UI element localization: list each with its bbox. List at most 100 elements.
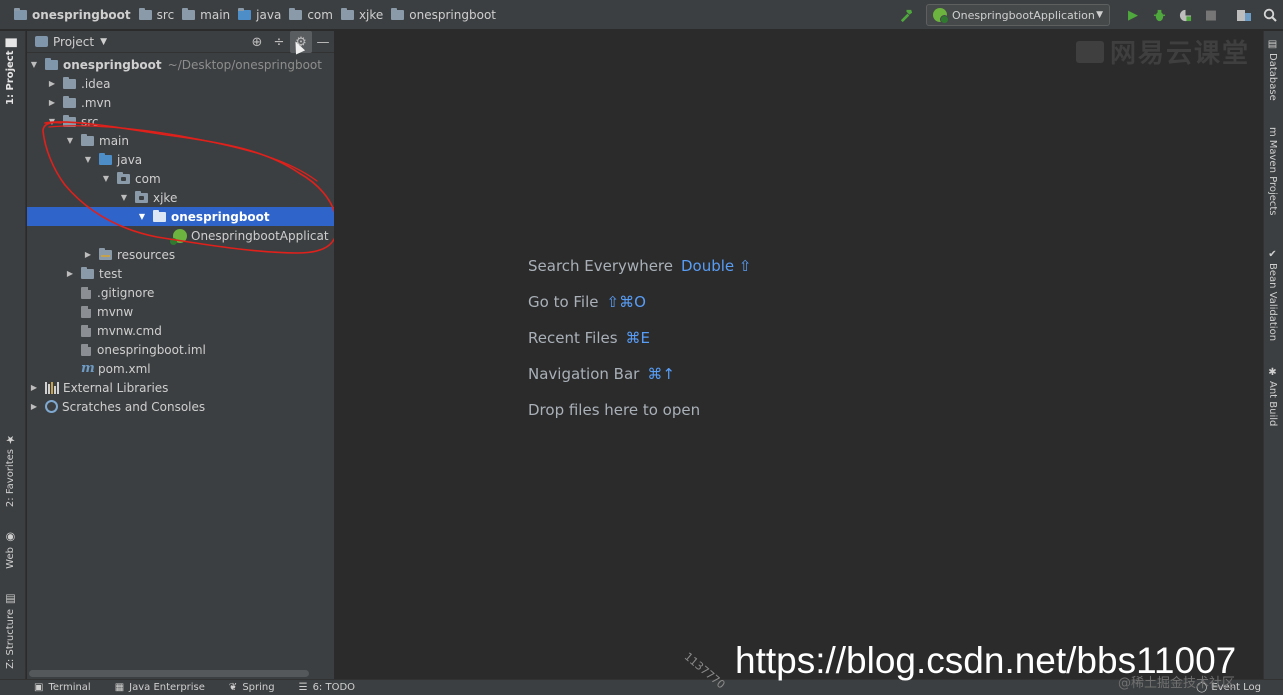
tool-tab-structure[interactable]: Z: Structure ▤: [4, 593, 17, 669]
hint-shortcut: Double ⇧: [681, 257, 752, 275]
collapsed-arrow-icon[interactable]: ▶: [29, 402, 39, 411]
tree-node-pom[interactable]: m pom.xml: [27, 359, 334, 378]
breadcrumb-item-project[interactable]: onespringboot: [14, 7, 131, 22]
tool-tab-favorites[interactable]: 2: Favorites ★: [4, 433, 17, 507]
tool-tab-ant-build[interactable]: ✱ Ant Build: [1267, 367, 1278, 426]
spring-boot-icon: [933, 8, 949, 24]
resources-folder-icon: [99, 247, 112, 260]
spring-leaf-icon: ❦: [228, 682, 238, 693]
package-icon: [135, 190, 148, 203]
tree-node-xjke[interactable]: ▼ xjke: [27, 188, 334, 207]
project-structure-icon[interactable]: [1236, 7, 1252, 23]
chevron-down-icon[interactable]: ▼: [100, 37, 107, 47]
build-hammer-icon[interactable]: [898, 7, 914, 23]
tree-node-java[interactable]: ▼ java: [27, 150, 334, 169]
tree-node-onespringboot-package[interactable]: ▼ onespringboot: [27, 207, 334, 226]
collapsed-arrow-icon[interactable]: ▶: [83, 250, 93, 259]
expand-arrow-icon[interactable]: ▼: [65, 136, 75, 145]
tree-node-label: test: [99, 266, 123, 281]
debug-icon[interactable]: [1151, 7, 1167, 23]
hint-label: Recent Files: [528, 329, 618, 347]
project-folder-icon: [14, 7, 27, 20]
project-folder-icon: [45, 57, 58, 70]
stop-icon[interactable]: ■: [1203, 7, 1219, 23]
expand-arrow-icon[interactable]: ▼: [119, 193, 129, 202]
tool-tab-label: Maven Projects: [1267, 139, 1278, 216]
tree-node-mvn[interactable]: ▶ .mvn: [27, 93, 334, 112]
hint-label: Search Everywhere: [528, 257, 673, 275]
tool-tab-label: Z: Structure: [5, 609, 16, 669]
tree-node-com[interactable]: ▼ com: [27, 169, 334, 188]
tree-node-root[interactable]: ▼ onespringboot ~/Desktop/onespringboot: [27, 55, 334, 74]
tree-node-mvnw-cmd[interactable]: mvnw.cmd: [27, 321, 334, 340]
tree-node-label: main: [99, 133, 129, 148]
expand-arrow-icon[interactable]: ▼: [137, 212, 147, 221]
left-tool-strip: 1: Project ▇ 2: Favorites ★ Web ◉ Z: Str…: [0, 31, 26, 679]
source-folder-icon: [99, 152, 112, 165]
tree-node-gitignore[interactable]: .gitignore: [27, 283, 334, 302]
tool-tab-database[interactable]: ▤ Database: [1267, 39, 1278, 101]
breadcrumb-item-main[interactable]: main: [182, 7, 231, 22]
hide-panel-icon[interactable]: —: [312, 31, 334, 53]
run-configuration-label: OnespringbootApplication: [952, 8, 1095, 22]
tree-node-main[interactable]: ▼ main: [27, 131, 334, 150]
tree-node-external-libraries[interactable]: ▶ External Libraries: [27, 378, 334, 397]
tool-tab-java-enterprise[interactable]: ▦ Java Enterprise: [115, 682, 205, 693]
tree-node-path: ~/Desktop/onespringboot: [167, 57, 322, 72]
breadcrumb-item-xjke[interactable]: xjke: [340, 7, 384, 22]
scroll-from-source-icon[interactable]: ⊕: [246, 31, 268, 53]
tree-node-label: com: [135, 171, 161, 186]
tool-tab-web[interactable]: Web ◉: [4, 531, 17, 569]
expand-arrow-icon[interactable]: ▼: [47, 117, 57, 126]
tool-tab-label: Java Enterprise: [129, 682, 205, 693]
expand-arrow-icon[interactable]: ▼: [101, 174, 111, 183]
project-tool-window: Project ▼ ⊕ ÷ ⚙ — ▼ onespringboot ~/Desk…: [27, 31, 335, 679]
tree-node-label: External Libraries: [63, 380, 169, 395]
tree-node-label: xjke: [153, 190, 178, 205]
hint-shortcut: ⌘↑: [647, 365, 675, 383]
breadcrumb-item-java[interactable]: java: [238, 7, 281, 22]
breadcrumb-item-src[interactable]: src: [138, 7, 174, 22]
tool-tab-project[interactable]: 1: Project ▇: [4, 39, 17, 105]
expand-arrow-icon[interactable]: ▼: [83, 155, 93, 164]
package-icon: [340, 7, 354, 20]
horizontal-scrollbar[interactable]: [29, 670, 309, 677]
tool-tab-maven[interactable]: m Maven Projects: [1267, 127, 1278, 216]
tree-node-label: onespringboot.iml: [97, 342, 206, 357]
tool-tab-todo[interactable]: ☰ 6: TODO: [299, 682, 355, 693]
coverage-icon[interactable]: [1177, 7, 1193, 23]
source-folder-icon: [238, 7, 252, 20]
collapsed-arrow-icon[interactable]: ▶: [47, 98, 57, 107]
run-icon[interactable]: ▶: [1125, 7, 1141, 23]
hint-search-everywhere: Search Everywhere Double ⇧: [528, 257, 752, 275]
tool-tab-spring[interactable]: ❦ Spring: [229, 682, 275, 693]
breadcrumb-label: onespringboot: [32, 7, 131, 22]
breadcrumb-label: xjke: [358, 7, 384, 22]
search-icon[interactable]: [1262, 7, 1278, 23]
tree-node-application-class[interactable]: OnespringbootApplicat: [27, 226, 334, 245]
tree-node-resources[interactable]: ▶ resources: [27, 245, 334, 264]
editor-empty-area: 网易云课堂 Search Everywhere Double ⇧ Go to Fi…: [336, 31, 1262, 679]
breadcrumb-label: onespringboot: [409, 7, 496, 22]
collapsed-arrow-icon[interactable]: ▶: [47, 79, 57, 88]
collapsed-arrow-icon[interactable]: ▶: [29, 383, 39, 392]
tool-tab-label: Terminal: [48, 682, 91, 693]
breadcrumb-item-com[interactable]: com: [289, 7, 333, 22]
breadcrumb-label: main: [200, 7, 231, 22]
collapse-all-icon[interactable]: ÷: [268, 31, 290, 53]
breadcrumb-item-onespringboot[interactable]: onespringboot: [391, 7, 496, 22]
tree-node-src[interactable]: ▼ src: [27, 112, 334, 131]
tool-tab-bean-validation[interactable]: ✔ Bean Validation: [1267, 249, 1278, 341]
tree-node-mvnw[interactable]: mvnw: [27, 302, 334, 321]
tree-node-test[interactable]: ▶ test: [27, 264, 334, 283]
tree-node-iml[interactable]: onespringboot.iml: [27, 340, 334, 359]
run-configuration-dropdown[interactable]: OnespringbootApplication ▼: [926, 4, 1110, 26]
hint-label: Navigation Bar: [528, 365, 640, 383]
hammer-svg: [900, 9, 912, 22]
expand-arrow-icon[interactable]: ▼: [29, 60, 39, 69]
tool-tab-terminal[interactable]: ▣ Terminal: [34, 682, 91, 693]
tree-node-idea[interactable]: ▶ .idea: [27, 74, 334, 93]
collapsed-arrow-icon[interactable]: ▶: [65, 269, 75, 278]
tree-node-scratches[interactable]: ▶ Scratches and Consoles: [27, 397, 334, 416]
project-view-selector[interactable]: Project: [53, 35, 94, 49]
